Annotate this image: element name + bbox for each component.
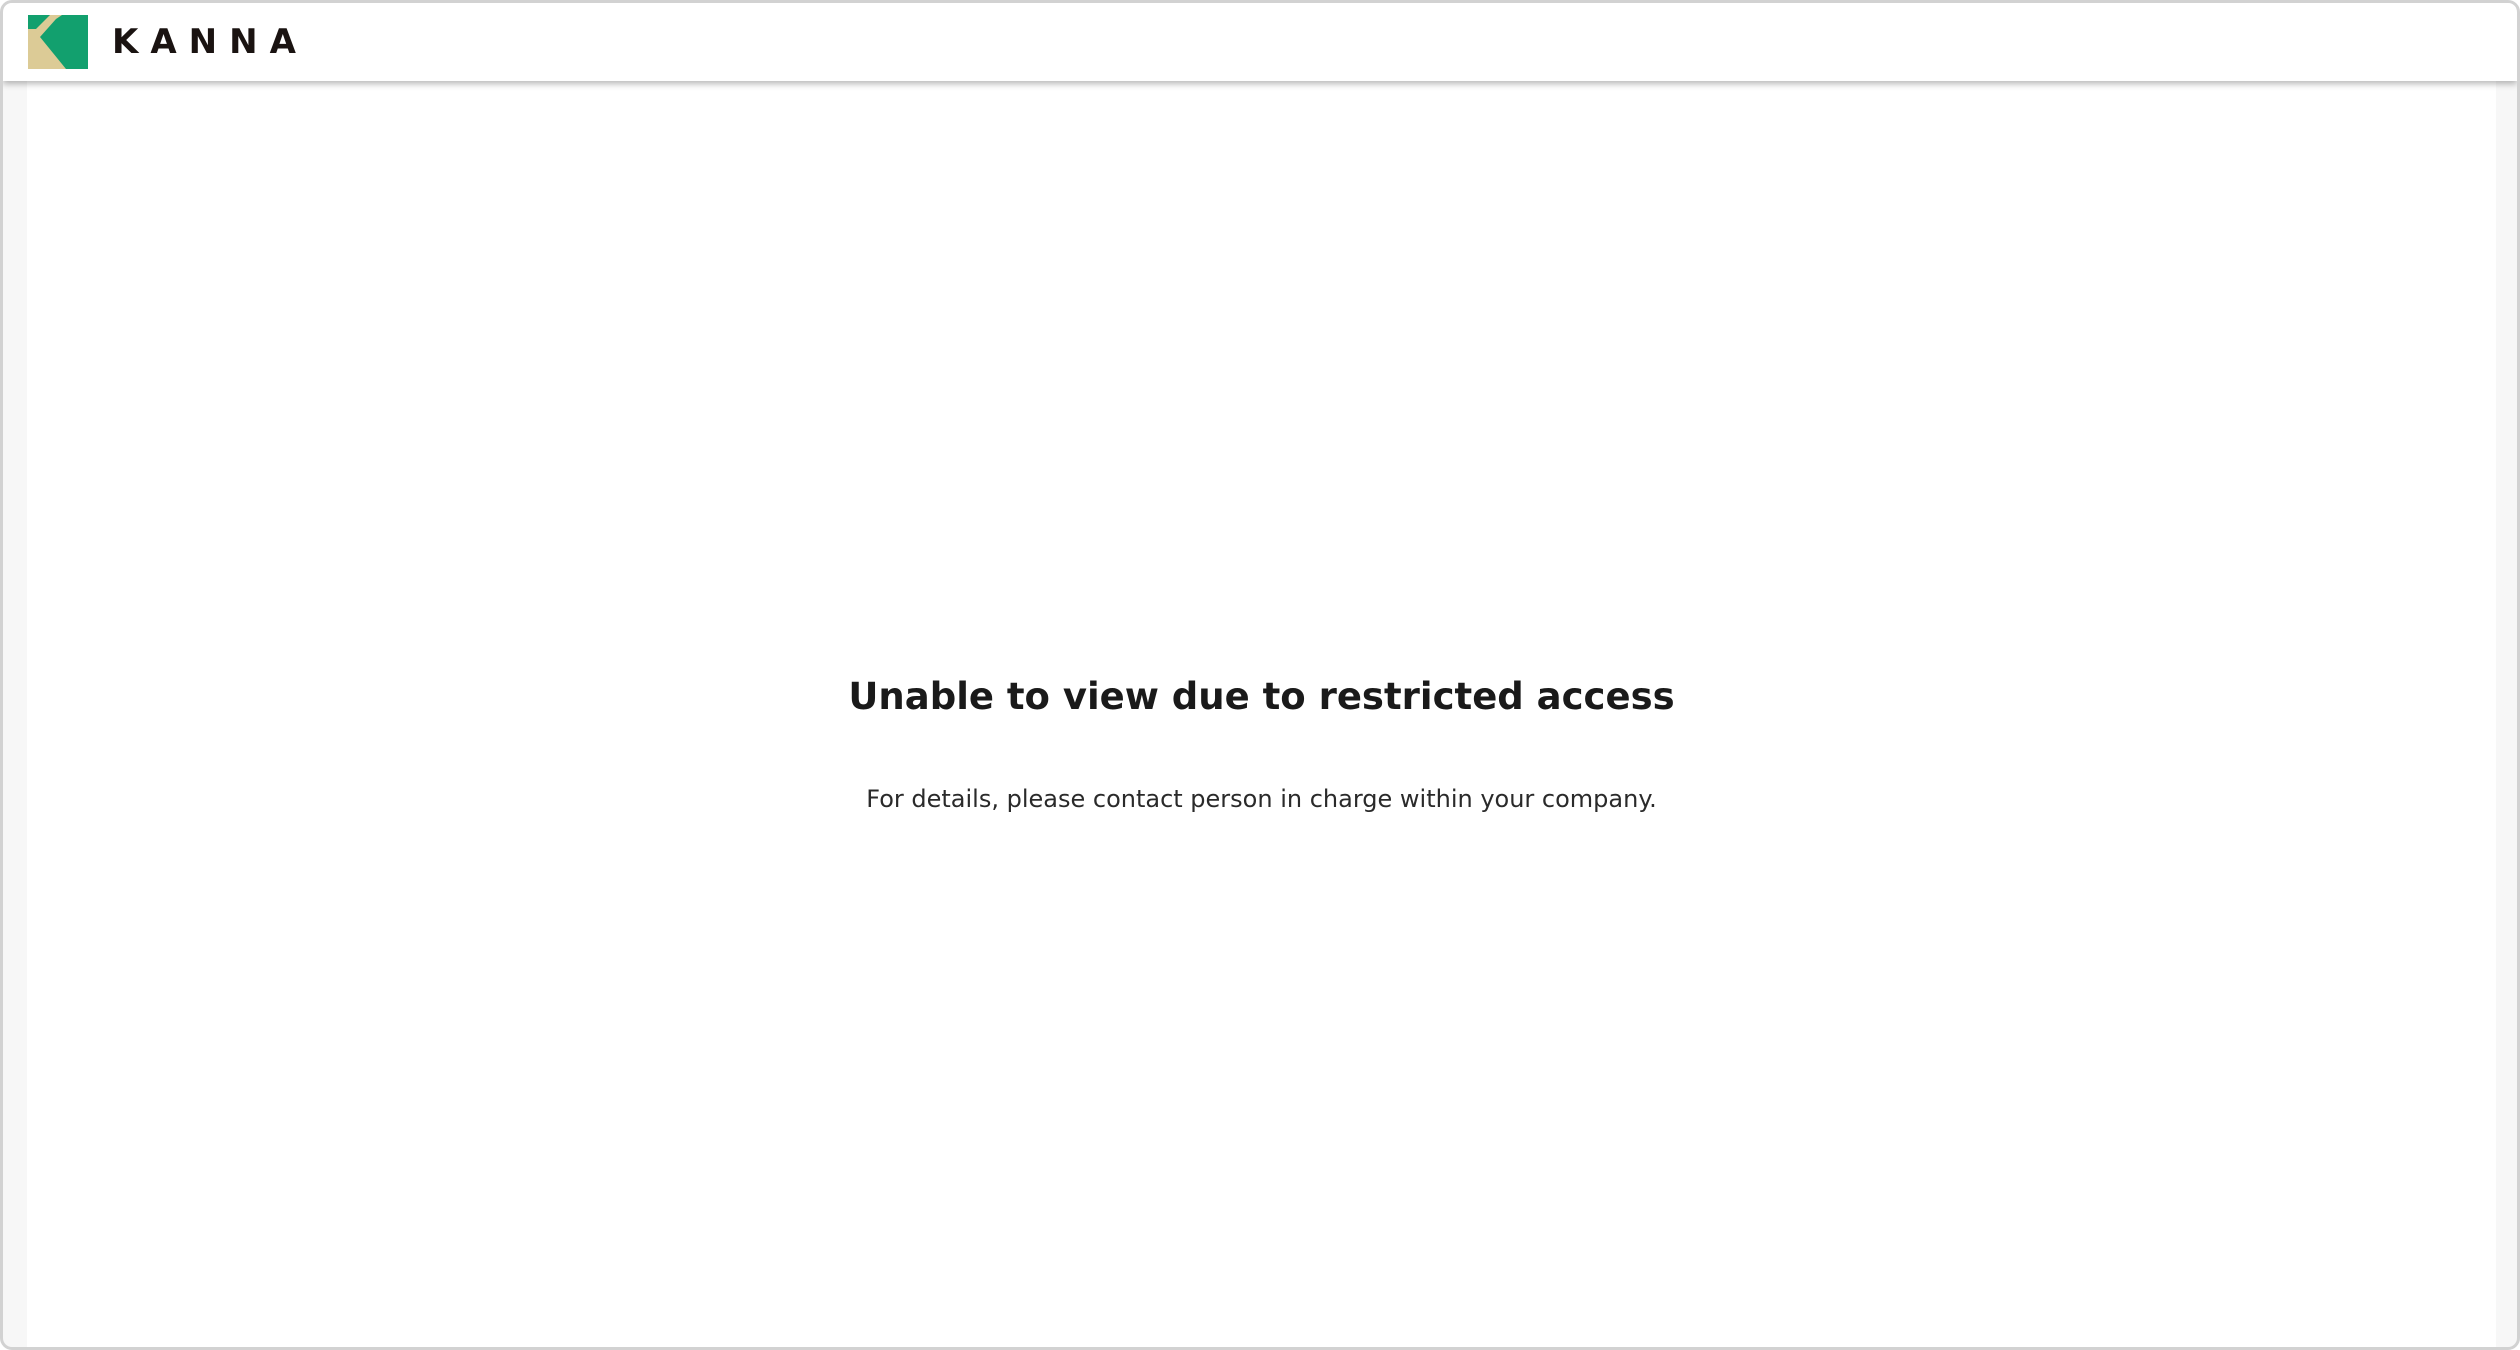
app-window: KANNA Unable to view due to restricted a… (0, 0, 2520, 1350)
logo-home-link[interactable]: KANNA (28, 15, 308, 69)
restricted-access-message: Unable to view due to restricted access … (27, 673, 2496, 815)
page-title: Unable to view due to restricted access (848, 675, 1675, 718)
top-header: KANNA (3, 3, 2517, 81)
page-description: For details, please contact person in ch… (866, 785, 1657, 813)
kanna-logo-icon (28, 15, 88, 69)
logo-wordmark: KANNA (112, 22, 308, 62)
main-content: Unable to view due to restricted access … (27, 81, 2496, 1347)
